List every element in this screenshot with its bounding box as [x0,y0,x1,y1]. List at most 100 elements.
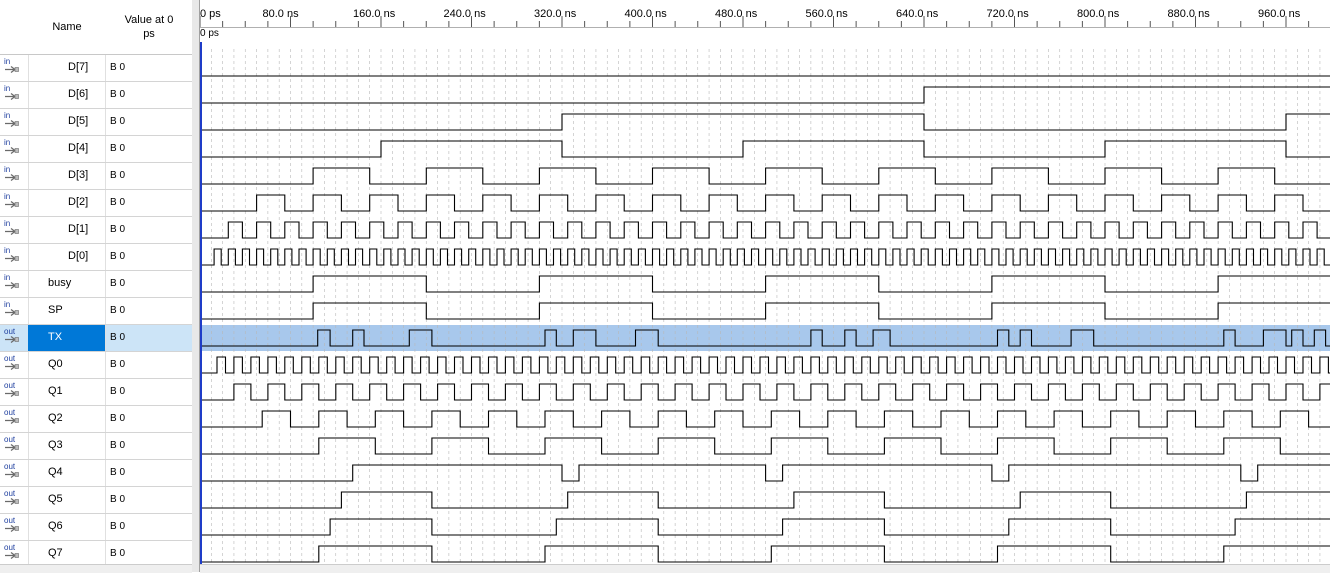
signal-name-cell[interactable]: TX [28,325,106,351]
signal-value: B 0 [110,116,126,127]
signal-value: B 0 [110,548,126,559]
signal-waveform [200,383,1330,401]
input-pin-icon: in [4,165,24,186]
signal-value: B 0 [110,386,126,397]
signal-name: Q4 [48,466,63,478]
signal-row[interactable]: out TX B 0 [0,325,192,352]
waveform-view[interactable]: 0 ps 0 ps 80.0 ns 160.0 ns 240.0 ns 320.0 ns… [200,0,1330,572]
signal-name: D[4] [68,142,89,154]
signal-name: D[2] [68,196,89,208]
signal-row[interactable]: out Q4 B 0 [0,460,192,487]
output-pin-icon: out [4,462,24,483]
signal-value: B 0 [110,521,126,532]
name-column-label: Name [52,21,82,33]
pane-splitter[interactable] [192,0,200,572]
signal-row[interactable]: in D[0] B 0 [0,244,192,271]
signal-row[interactable]: in D[6] B 0 [0,82,192,109]
signal-row[interactable]: out Q0 B 0 [0,352,192,379]
value-column-header[interactable]: Value at 0 ps [106,0,192,55]
signal-value: B 0 [110,305,126,316]
signal-direction-cell: in [0,82,29,108]
signal-name: Q1 [48,385,63,397]
signal-name-cell[interactable]: Q2 [28,406,106,432]
signal-row[interactable]: out Q3 B 0 [0,433,192,460]
signal-name-cell[interactable]: D[6] [28,82,106,108]
signal-row[interactable]: out Q1 B 0 [0,379,192,406]
signal-value: B 0 [110,89,126,100]
signal-value-cell: B 0 [106,190,192,216]
signal-value-cell: B 0 [106,55,192,81]
signal-name-cell[interactable]: Q0 [28,352,106,378]
signal-direction-cell: in [0,136,29,162]
signal-name: D[5] [68,115,89,127]
signal-name: D[1] [68,223,89,235]
signal-name-cell[interactable]: Q6 [28,514,106,540]
signal-name-cell[interactable]: D[5] [28,109,106,135]
signal-value-cell: B 0 [106,82,192,108]
signal-direction-cell: in [0,244,29,270]
signal-value: B 0 [110,440,126,451]
signal-name: busy [48,277,72,289]
signal-waveform [200,302,1330,320]
signal-list-panel: Name Value at 0 ps in D[7] B 0 in D[6] B 0 in D… [0,0,193,573]
signal-direction-cell: in [0,271,29,297]
signal-name-cell[interactable]: D[3] [28,163,106,189]
signal-row[interactable]: in D[4] B 0 [0,136,192,163]
signal-row[interactable]: in D[3] B 0 [0,163,192,190]
signal-name-cell[interactable]: Q3 [28,433,106,459]
signal-name-cell[interactable]: SP [28,298,106,324]
signal-direction-cell: in [0,163,29,189]
signal-direction-cell: out [0,352,29,378]
signal-value-cell: B 0 [106,109,192,135]
input-pin-icon: in [4,111,24,132]
waveform-canvas[interactable] [200,0,1330,572]
signal-name-cell[interactable]: D[0] [28,244,106,270]
signal-waveform [200,194,1330,212]
signal-direction-cell: in [0,109,29,135]
input-pin-icon: in [4,57,24,78]
signal-row[interactable]: in SP B 0 [0,298,192,325]
signal-row[interactable]: in D[1] B 0 [0,217,192,244]
signal-direction-cell: out [0,406,29,432]
signal-name-cell[interactable]: busy [28,271,106,297]
input-pin-icon: in [4,300,24,321]
signal-row[interactable]: out Q2 B 0 [0,406,192,433]
signal-name-cell[interactable]: Q5 [28,487,106,513]
signal-value-cell: B 0 [106,433,192,459]
signal-value-cell: B 0 [106,406,192,432]
signal-name-cell[interactable]: D[7] [28,55,106,81]
input-pin-icon: in [4,219,24,240]
signal-name-cell[interactable]: D[1] [28,217,106,243]
signal-waveform [200,410,1330,428]
signal-direction-cell: out [0,514,29,540]
signal-waveform [200,221,1330,239]
signal-value-cell: B 0 [106,460,192,486]
signal-row[interactable]: in D[7] B 0 [0,55,192,82]
signal-waveform [200,464,1330,482]
signal-name: D[0] [68,250,89,262]
signal-name-cell[interactable]: Q4 [28,460,106,486]
signal-waveform [200,356,1330,374]
signal-row[interactable]: in D[2] B 0 [0,190,192,217]
signal-name: Q0 [48,358,63,370]
signal-name-cell[interactable]: D[4] [28,136,106,162]
signal-row[interactable]: out Q6 B 0 [0,514,192,541]
output-pin-icon: out [4,543,24,564]
signal-value: B 0 [110,332,126,343]
name-column-header[interactable]: Name [28,0,107,55]
signal-direction-cell: out [0,460,29,486]
signal-name: TX [48,331,63,343]
signal-value-cell: B 0 [106,379,192,405]
signal-row[interactable]: out Q5 B 0 [0,487,192,514]
signal-value: B 0 [110,170,126,181]
input-pin-icon: in [4,246,24,267]
value-column-label: Value at 0 ps [124,14,174,40]
signal-name-cell[interactable]: D[2] [28,190,106,216]
signal-value: B 0 [110,359,126,370]
signal-direction-cell: out [0,487,29,513]
signal-row[interactable]: in busy B 0 [0,271,192,298]
signal-row[interactable]: in D[5] B 0 [0,109,192,136]
signal-name-cell[interactable]: Q1 [28,379,106,405]
signal-direction-cell: in [0,217,29,243]
signal-waveform [200,248,1330,266]
